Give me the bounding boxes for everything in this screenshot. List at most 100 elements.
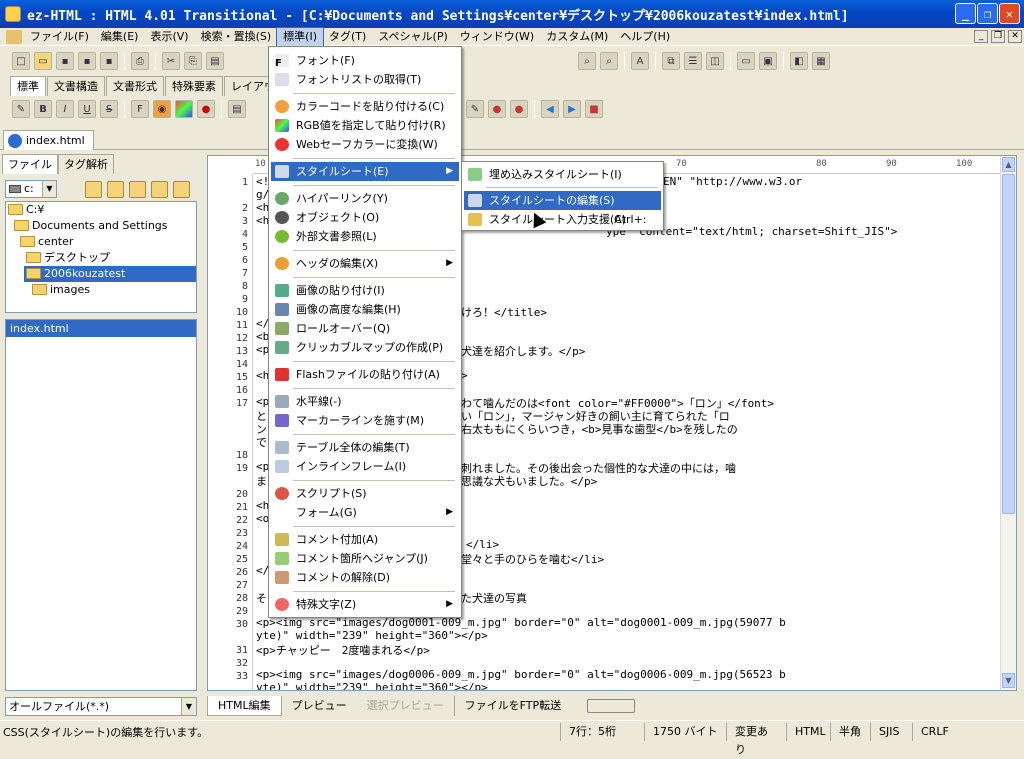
folder-up-icon[interactable] [107,181,124,198]
menu-item-iframe[interactable]: インラインフレーム(I) [271,457,459,476]
comment-remove-icon[interactable]: ● [510,100,528,118]
page-icon[interactable]: ▤ [228,100,246,118]
menu-window[interactable]: ウィンドウ(W) [454,28,540,46]
zoom-out-icon[interactable]: ⌕ [600,52,618,70]
save-icon[interactable]: ▪ [56,52,74,70]
menu-item-hr[interactable]: 水平線(-) [271,392,459,411]
submenu-item-assist[interactable]: スタイルシート入力支援(A) Ctrl+: [464,210,661,229]
font-icon[interactable]: F [131,100,149,118]
tree-node[interactable]: Documents and Settings [12,218,168,234]
tree-node[interactable]: C:¥ [6,202,44,218]
tab-preview[interactable]: プレビュー [282,696,357,716]
cut-icon[interactable]: ✂ [162,52,180,70]
tree-node-selected[interactable]: 2006kouzatest [24,266,196,282]
palette-tab-standard[interactable]: 標準 [10,76,46,96]
grid-icon[interactable]: ▦ [812,52,830,70]
menu-view[interactable]: 表示(V) [144,28,194,46]
maximize-button[interactable]: ❐ [977,3,998,24]
menu-item-comment-jump[interactable]: コメント箇所へジャンプ(J) [271,549,459,568]
menu-item-rollover[interactable]: ロールオーバー(Q) [271,319,459,338]
menu-item-websafe[interactable]: Webセーフカラーに変換(W) [271,135,459,154]
palette-tab-structure[interactable]: 文書構造 [47,76,105,96]
palette-tab-special[interactable]: 特殊要素 [165,76,223,96]
tab-file[interactable]: ファイル [2,154,58,174]
menu-item-table[interactable]: テーブル全体の編集(T) [271,438,459,457]
scroll-down-icon[interactable]: ▼ [1002,673,1015,688]
menu-tag[interactable]: タグ(T) [323,28,372,46]
list-item[interactable]: index.html [6,320,196,337]
folder-search-icon[interactable] [151,181,168,198]
new-file-icon[interactable]: □ [12,52,30,70]
drive-select[interactable]: c: ▼ [5,180,57,198]
tab-html-edit[interactable]: HTML編集 [207,696,282,716]
window-list-icon[interactable]: ▣ [759,52,777,70]
menu-item-flash[interactable]: Flashファイルの貼り付け(A) [271,365,459,384]
save-as-icon[interactable]: ▪ [78,52,96,70]
menu-item-image[interactable]: 画像の貼り付け(I) [271,281,459,300]
folder-refresh-icon[interactable] [173,181,190,198]
window-new-icon[interactable]: ▭ [737,52,755,70]
color-palette-icon[interactable]: ◉ [153,100,171,118]
print-icon[interactable]: ⎙ [131,52,149,70]
panel-icon[interactable]: ◧ [790,52,808,70]
tile-vertical-icon[interactable]: ◫ [706,52,724,70]
tree-node[interactable]: center [18,234,73,250]
bold-icon[interactable]: B [34,100,52,118]
menu-edit[interactable]: 編集(E) [95,28,145,46]
menu-search[interactable]: 検索・置換(S) [195,28,278,46]
menu-item-form[interactable]: フォーム(G) ▶ [271,503,459,522]
close-button[interactable]: ✕ [999,3,1020,24]
menu-item-external[interactable]: 外部文書参照(L) [271,227,459,246]
underline-icon[interactable]: U [78,100,96,118]
folder-open-icon[interactable] [129,181,146,198]
menu-item-script[interactable]: スクリプト(S) [271,484,459,503]
mdi-restore-button[interactable]: ❐ [991,30,1005,43]
menu-item-clickable-map[interactable]: クリッカブルマップの作成(P) [271,338,459,357]
comment-add-icon[interactable]: ✎ [466,100,484,118]
rgb-icon[interactable] [175,100,193,118]
menu-item-fontlist[interactable]: フォントリストの取得(T) [271,70,459,89]
nav-next-icon[interactable]: ▶ [563,100,581,118]
file-filter-select[interactable]: オールファイル(*.*) ▼ [5,697,197,716]
menu-item-image-advanced[interactable]: 画像の高度な編集(H) [271,300,459,319]
save-all-icon[interactable]: ▪ [100,52,118,70]
folder-new-icon[interactable] [85,181,102,198]
menu-file[interactable]: ファイル(F) [24,28,95,46]
menu-item-object[interactable]: オブジェクト(O) [271,208,459,227]
italic-icon[interactable]: I [56,100,74,118]
menu-special[interactable]: スペシャル(P) [372,28,453,46]
comment-jump-icon[interactable]: ● [488,100,506,118]
strike-icon[interactable]: S [100,100,118,118]
cascade-icon[interactable]: ⧉ [662,52,680,70]
doc-tab-index[interactable]: index.html [3,130,94,150]
scrollbar-thumb[interactable] [1002,174,1015,514]
menu-custom[interactable]: カスタム(M) [540,28,614,46]
tab-tag-analysis[interactable]: タグ解析 [58,154,114,174]
minimize-button[interactable]: _ [955,3,976,24]
mdi-minimize-button[interactable]: _ [974,30,988,43]
menu-item-font[interactable]: F フォント(F) [271,51,459,70]
open-folder-icon[interactable]: ▭ [34,52,52,70]
tile-horizontal-icon[interactable]: ☰ [684,52,702,70]
zoom-in-icon[interactable]: ⌕ [578,52,596,70]
palette-tab-format[interactable]: 文書形式 [106,76,164,96]
menu-item-comment-add[interactable]: コメント付加(A) [271,530,459,549]
nav-back-icon[interactable]: ◀ [541,100,559,118]
scroll-up-icon[interactable]: ▲ [1002,157,1015,172]
paste-icon[interactable]: ▤ [206,52,224,70]
mdi-close-button[interactable]: ✕ [1008,30,1022,43]
menu-item-hyperlink[interactable]: ハイパーリンク(Y) [271,189,459,208]
tree-node[interactable]: デスクトップ [24,250,110,266]
menu-standard[interactable]: 標準(I) [276,26,324,47]
nav-stop-icon[interactable]: ■ [585,100,603,118]
menu-help[interactable]: ヘルプ(H) [614,28,676,46]
menu-item-special-chars[interactable]: 特殊文字(Z) ▶ [271,595,459,614]
menu-item-rgb[interactable]: RGB値を指定して貼り付け(R) [271,116,459,135]
submenu-item-edit[interactable]: スタイルシートの編集(S) [464,191,661,210]
copy-icon[interactable]: ⎘ [184,52,202,70]
edit-icon[interactable]: ✎ [12,100,30,118]
menu-item-comment-remove[interactable]: コメントの解除(D) [271,568,459,587]
menu-item-colorcode[interactable]: カラーコードを貼り付ける(C) [271,97,459,116]
tree-node[interactable]: images [30,282,90,298]
websafe-icon[interactable]: ● [197,100,215,118]
